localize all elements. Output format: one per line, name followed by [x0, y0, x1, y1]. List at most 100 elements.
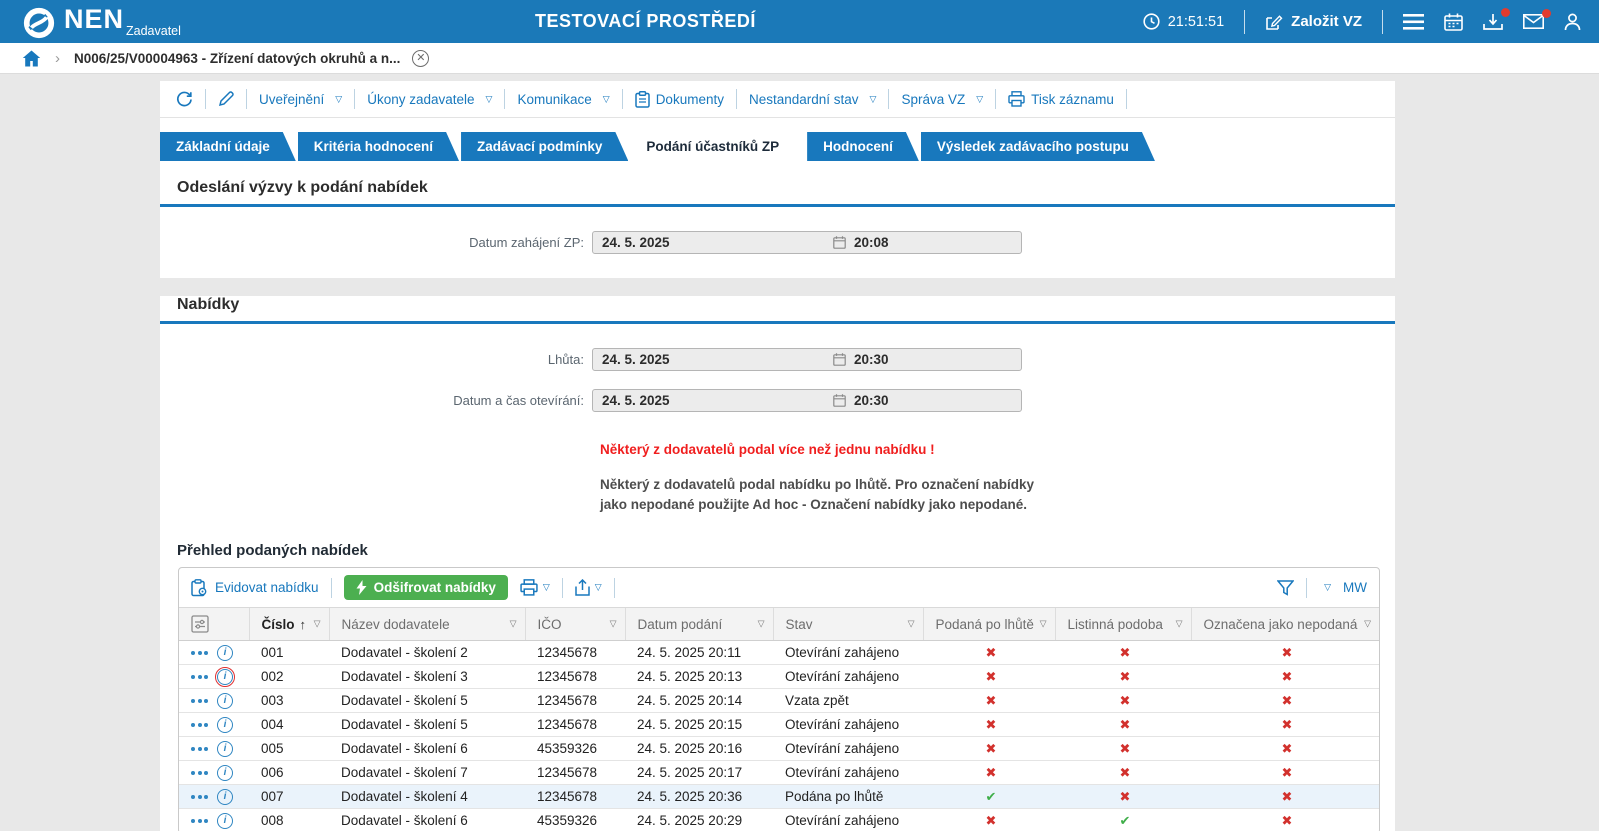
toolbar-divider — [1306, 578, 1307, 598]
breadcrumb-close-icon[interactable]: ✕ — [412, 50, 429, 67]
column-filter-caret-icon[interactable]: ▽ — [610, 619, 617, 630]
field-lhuta: Lhůta: 24. 5. 2025 20:30 — [160, 348, 1395, 371]
calendar-small-icon[interactable] — [833, 236, 846, 249]
calendar-button[interactable] — [1444, 13, 1463, 31]
decrypt-bids-button[interactable]: Odšifrovat nabídky — [344, 575, 508, 600]
row-info-icon[interactable]: i — [217, 693, 233, 709]
column-filter-caret-icon[interactable]: ▽ — [908, 619, 915, 630]
menu-tisk-zaznamu[interactable]: Tisk záznamu — [1008, 91, 1114, 107]
datetime-input-lhuta[interactable]: 24. 5. 2025 20:30 — [592, 348, 1022, 371]
table-row[interactable]: i006Dodavatel - školení 71234567824. 5. … — [179, 761, 1379, 785]
row-menu-icon[interactable] — [191, 747, 208, 751]
toolbar-divider — [622, 89, 623, 109]
row-info-icon[interactable]: i — [217, 669, 233, 685]
column-filter-caret-icon[interactable]: ▽ — [1364, 619, 1371, 630]
cell-stav: Otevírání zahájeno — [773, 761, 923, 785]
column-header-ico[interactable]: IČO▽ — [525, 608, 625, 641]
row-info-icon[interactable]: i — [217, 717, 233, 733]
warning-multiple-bids: Některý z dodavatelů podal více než jedn… — [600, 442, 1395, 457]
flag-po-lhute-cross-icon: ✖ — [986, 717, 997, 732]
column-settings-header[interactable] — [179, 608, 249, 641]
time-value[interactable]: 20:08 — [846, 235, 889, 250]
tab-zadavaci-podminky[interactable]: Zadávací podmínky — [461, 132, 628, 161]
tab-hodnoceni[interactable]: Hodnocení — [807, 132, 919, 161]
row-info-icon[interactable]: i — [217, 765, 233, 781]
table-row[interactable]: i007Dodavatel - školení 41234567824. 5. … — [179, 785, 1379, 809]
column-header-listinna[interactable]: Listinná podoba▽ — [1055, 608, 1191, 641]
grid-view-label[interactable]: MW — [1343, 580, 1367, 595]
column-filter-caret-icon[interactable]: ▽ — [1176, 619, 1183, 630]
row-menu-icon[interactable] — [191, 795, 208, 799]
row-info-icon[interactable]: i — [217, 789, 233, 805]
calendar-small-icon[interactable] — [833, 394, 846, 407]
menu-sprava-vz[interactable]: Správa VZ — [901, 92, 983, 107]
edit-button[interactable] — [218, 91, 234, 107]
table-row[interactable]: i001Dodavatel - školení 21234567824. 5. … — [179, 641, 1379, 665]
tab-podani-ucastniku-zp[interactable]: Podání účastníků ZP — [630, 132, 805, 161]
datetime-input-zahajeni[interactable]: 24. 5. 2025 20:08 — [592, 231, 1022, 254]
time-value[interactable]: 20:30 — [846, 393, 889, 408]
nen-logo[interactable]: NEN Zadavatel — [22, 4, 181, 40]
row-menu-icon[interactable] — [191, 699, 208, 703]
breadcrumb-item[interactable]: N006/25/V00004963 - Zřízení datových okr… — [74, 51, 400, 66]
user-profile-button[interactable] — [1564, 13, 1581, 31]
calendar-icon — [1444, 13, 1463, 31]
date-value[interactable]: 24. 5. 2025 — [593, 352, 833, 367]
main-menu-button[interactable] — [1403, 14, 1424, 30]
bids-card: Nabídky Lhůta: 24. 5. 2025 20:30 Datum a… — [160, 296, 1395, 831]
date-value[interactable]: 24. 5. 2025 — [593, 393, 833, 408]
flag-nepodana-cross-icon: ✖ — [1282, 693, 1293, 708]
messages-button[interactable] — [1523, 14, 1544, 29]
calendar-small-icon[interactable] — [833, 353, 846, 366]
time-value[interactable]: 20:30 — [846, 352, 889, 367]
print-grid-button[interactable] — [520, 579, 550, 596]
column-filter-caret-icon[interactable]: ▽ — [758, 619, 765, 630]
inbox-download-icon — [1483, 13, 1503, 31]
grid-view-dropdown[interactable] — [1319, 582, 1331, 593]
datetime-input-oteviranie[interactable]: 24. 5. 2025 20:30 — [592, 389, 1022, 412]
column-header-po-lhute[interactable]: Podaná po lhůtě▽ — [923, 608, 1055, 641]
row-info-icon[interactable]: i — [217, 741, 233, 757]
topbar-divider — [1244, 10, 1245, 34]
inbox-button[interactable] — [1483, 13, 1503, 31]
register-bid-button[interactable]: Evidovat nabídku — [191, 579, 319, 597]
column-filter-caret-icon[interactable]: ▽ — [1040, 619, 1047, 630]
menu-uverejneni[interactable]: Uveřejnění — [259, 92, 342, 107]
tab-zakladni-udaje[interactable]: Základní údaje — [160, 132, 296, 161]
row-menu-icon[interactable] — [191, 723, 208, 727]
field-datum-zahajeni: Datum zahájení ZP: 24. 5. 2025 20:08 — [160, 231, 1395, 254]
row-menu-icon[interactable] — [191, 771, 208, 775]
menu-ukony-zadavatele[interactable]: Úkony zadavatele — [367, 92, 492, 107]
tab-vysledek-zadavaciho-postupu[interactable]: Výsledek zadávacího postupu — [921, 132, 1155, 161]
menu-komunikace[interactable]: Komunikace — [517, 92, 609, 107]
table-row[interactable]: i002Dodavatel - školení 31234567824. 5. … — [179, 665, 1379, 689]
filter-button[interactable] — [1277, 580, 1294, 596]
nen-logo-icon — [22, 6, 56, 40]
row-info-icon[interactable]: i — [217, 813, 233, 829]
table-row[interactable]: i008Dodavatel - školení 64535932624. 5. … — [179, 809, 1379, 831]
home-icon[interactable] — [22, 50, 41, 67]
row-menu-icon[interactable] — [191, 819, 208, 823]
table-row[interactable]: i003Dodavatel - školení 51234567824. 5. … — [179, 689, 1379, 713]
column-header-nazev[interactable]: Název dodavatele▽ — [329, 608, 525, 641]
table-row[interactable]: i004Dodavatel - školení 51234567824. 5. … — [179, 713, 1379, 737]
create-vz-button[interactable]: Založit VZ — [1265, 13, 1362, 31]
row-menu-icon[interactable] — [191, 651, 208, 655]
column-header-stav[interactable]: Stav▽ — [773, 608, 923, 641]
column-header-nepodana[interactable]: Označena jako nepodaná▽ — [1191, 608, 1379, 641]
column-header-datum[interactable]: Datum podání▽ — [625, 608, 773, 641]
menu-dokumenty[interactable]: Dokumenty — [635, 91, 724, 108]
column-filter-caret-icon[interactable]: ▽ — [510, 619, 517, 630]
table-row[interactable]: i005Dodavatel - školení 64535932624. 5. … — [179, 737, 1379, 761]
row-info-icon[interactable]: i — [217, 645, 233, 661]
menu-label: Dokumenty — [656, 92, 724, 107]
date-value[interactable]: 24. 5. 2025 — [593, 235, 833, 250]
column-filter-caret-icon[interactable]: ▽ — [314, 619, 321, 630]
refresh-button[interactable] — [176, 91, 193, 108]
funnel-icon — [1277, 580, 1294, 596]
column-header-cislo[interactable]: Číslo▽ — [249, 608, 329, 641]
row-menu-icon[interactable] — [191, 675, 208, 679]
export-grid-button[interactable] — [575, 579, 602, 596]
tab-kriteria-hodnoceni[interactable]: Kritéria hodnocení — [298, 132, 459, 161]
menu-nestandardni-stav[interactable]: Nestandardní stav — [749, 92, 876, 107]
